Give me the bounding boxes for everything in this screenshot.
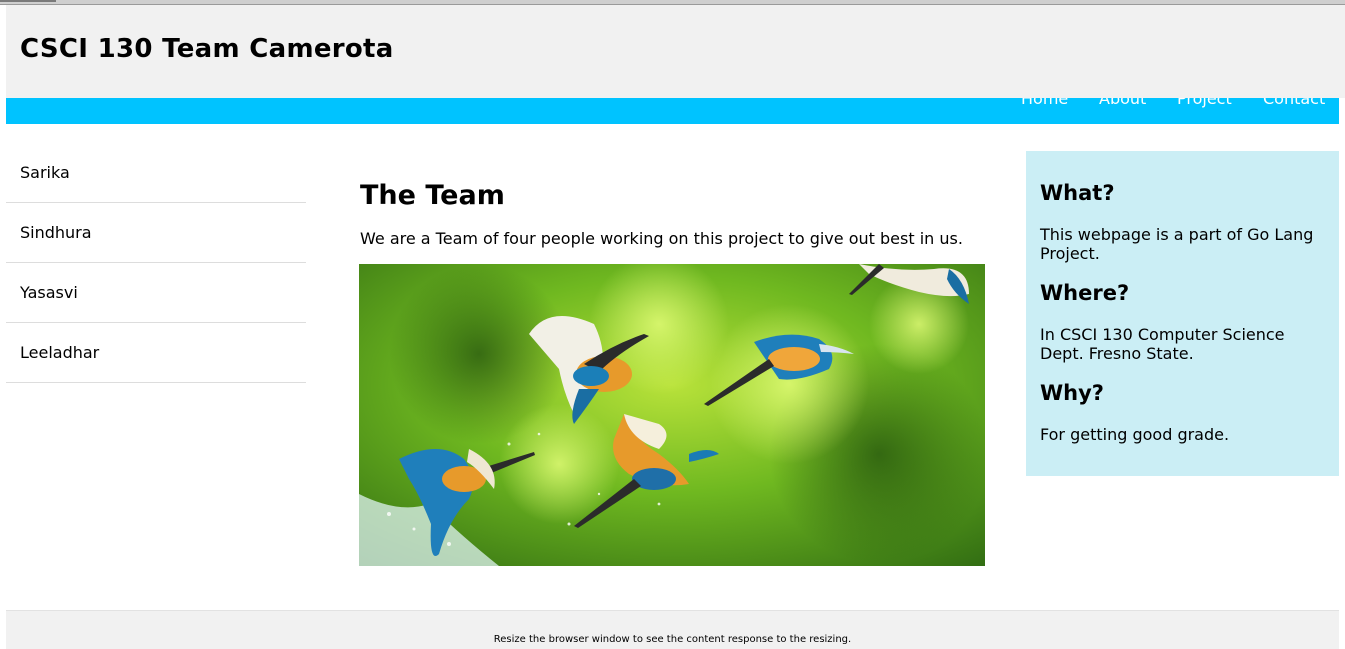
top-nav-bar: Home About Project Contact: [6, 98, 1339, 124]
what-text: This webpage is a part of Go Lang Projec…: [1040, 225, 1314, 263]
why-text: For getting good grade.: [1040, 425, 1230, 444]
site-header: CSCI 130 Team Camerota: [6, 5, 1345, 98]
what-heading: What?: [1040, 181, 1115, 205]
site-footer: Resize the browser window to see the con…: [6, 610, 1339, 649]
sidebar-item-sarika[interactable]: Sarika: [6, 143, 306, 203]
where-text: In CSCI 130 Computer Science Dept. Fresn…: [1040, 325, 1285, 363]
where-heading: Where?: [1040, 281, 1130, 305]
nav-home-link[interactable]: Home: [1021, 98, 1068, 108]
site-title: CSCI 130 Team Camerota: [20, 34, 394, 64]
footer-text: Resize the browser window to see the con…: [493, 634, 852, 645]
info-panel: What? This webpage is a part of Go Lang …: [1026, 151, 1339, 476]
nav-about-link[interactable]: About: [1099, 98, 1146, 108]
why-heading: Why?: [1040, 381, 1104, 405]
sidebar-item-leeladhar[interactable]: Leeladhar: [6, 323, 306, 383]
page-heading: The Team: [360, 180, 505, 211]
nav-project-link[interactable]: Project: [1177, 98, 1232, 108]
sidebar-item-sindhura[interactable]: Sindhura: [6, 203, 306, 263]
nav-contact-link[interactable]: Contact: [1263, 98, 1325, 108]
browser-tab-stub: [0, 0, 56, 2]
sidebar-item-yasasvi[interactable]: Yasasvi: [6, 263, 306, 323]
kingfisher-image: [359, 264, 985, 566]
intro-text: We are a Team of four people working on …: [360, 229, 963, 248]
team-sidebar: Sarika Sindhura Yasasvi Leeladhar: [6, 143, 306, 383]
